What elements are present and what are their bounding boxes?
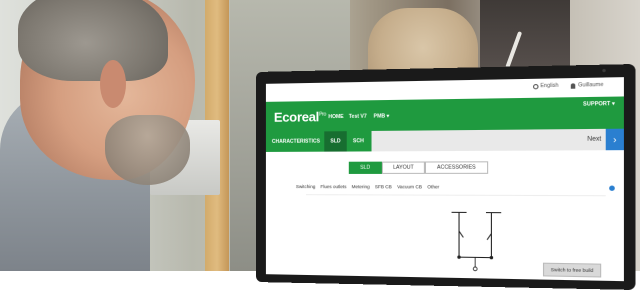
man-hair	[18, 0, 168, 81]
view-tabs: SLD LAYOUT ACCESSORIES	[349, 161, 488, 174]
tab-layout[interactable]: LAYOUT	[382, 161, 426, 173]
office-scene: English Guillaume EcorealPro HOME Test V…	[0, 0, 640, 271]
menu-metering[interactable]: Metering	[352, 184, 370, 189]
switch-to-free-build-button[interactable]: Switch to free build	[543, 263, 601, 278]
monitor-led	[602, 69, 605, 72]
computer-monitor: English Guillaume EcorealPro HOME Test V…	[256, 64, 635, 290]
component-menu: Switching Flues outlets Metering SFB CB …	[296, 184, 439, 189]
user-name: Guillaume	[578, 82, 603, 89]
tab-accessories[interactable]: ACCESSORIES	[425, 161, 487, 174]
diagram-canvas[interactable]: Switch to free build	[306, 194, 606, 281]
nav-project[interactable]: Test V7	[349, 114, 367, 120]
next-label[interactable]: Next	[587, 136, 601, 143]
man-ear	[100, 60, 126, 108]
nav-home[interactable]: HOME	[328, 114, 343, 120]
person-icon[interactable]	[609, 186, 615, 191]
main-nav: EcorealPro HOME Test V7 PMB ▾ SUPPORT ▾	[266, 96, 624, 131]
user-icon	[571, 83, 575, 88]
menu-sfb-cb[interactable]: SFB CB	[375, 184, 392, 189]
menu-other[interactable]: Other	[427, 184, 439, 189]
language-label: English	[540, 83, 558, 90]
nav-support[interactable]: SUPPORT ▾	[583, 101, 615, 108]
next-button[interactable]: ›	[606, 129, 624, 151]
user-menu[interactable]: Guillaume	[571, 82, 603, 89]
man-beard	[105, 115, 190, 185]
app-logo[interactable]: EcorealPro	[274, 109, 326, 125]
single-line-diagram	[443, 210, 508, 273]
menu-switching[interactable]: Switching	[296, 184, 315, 189]
language-selector[interactable]: English	[533, 83, 559, 90]
step-sch[interactable]: SCH	[347, 131, 372, 152]
step-breadcrumb: CHARACTERISTICS SLD SCH Next ›	[266, 129, 624, 152]
globe-icon	[533, 83, 539, 88]
menu-flues-outlets[interactable]: Flues outlets	[320, 184, 346, 189]
monitor-screen: English Guillaume EcorealPro HOME Test V…	[266, 77, 624, 281]
step-sld[interactable]: SLD	[324, 131, 346, 151]
step-characteristics[interactable]: CHARACTERISTICS	[266, 131, 324, 152]
tab-sld[interactable]: SLD	[349, 162, 382, 174]
nav-pmb[interactable]: PMB ▾	[374, 113, 390, 119]
menu-vacuum-cb[interactable]: Vacuum CB	[397, 184, 422, 189]
